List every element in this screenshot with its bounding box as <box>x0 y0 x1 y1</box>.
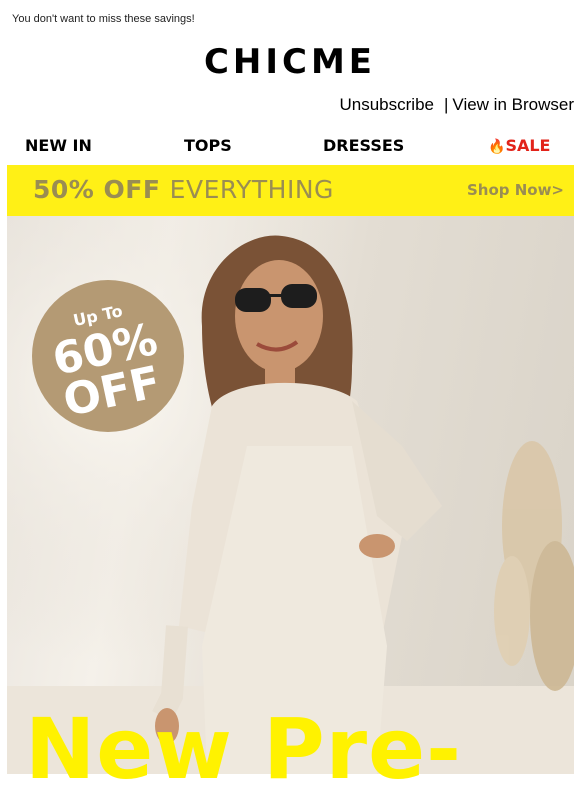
promo-headline-strong: 50% OFF <box>33 175 161 204</box>
nav-sale[interactable]: 🔥SALE <box>488 136 550 155</box>
nav-sale-label: SALE <box>505 136 551 155</box>
nav-new-in[interactable]: NEW IN <box>25 136 92 155</box>
promo-headline-rest: EVERYTHING <box>169 175 334 204</box>
hero-image[interactable]: Up To 60% OFF <box>7 216 574 774</box>
view-in-browser-link[interactable]: View in Browser <box>452 95 574 114</box>
discount-badge: Up To 60% OFF <box>32 280 184 432</box>
unsubscribe-link[interactable]: Unsubscribe <box>340 95 435 114</box>
link-separator: | <box>444 95 449 114</box>
brand-logo[interactable]: CHICME <box>0 42 580 82</box>
fire-icon: 🔥 <box>488 139 506 155</box>
nav-dresses[interactable]: DRESSES <box>323 136 404 155</box>
category-nav: NEW IN TOPS DRESSES 🔥SALE <box>0 136 580 158</box>
shop-now-link[interactable]: Shop Now> <box>467 181 564 199</box>
hero-photo: Up To 60% OFF <box>7 216 574 774</box>
promo-headline: 50% OFF EVERYTHING <box>33 175 334 204</box>
header-links: Unsubscribe | View in Browser <box>340 95 575 115</box>
promo-banner[interactable]: 50% OFF EVERYTHING Shop Now> <box>7 165 574 216</box>
preheader-text: You don't want to miss these savings! <box>12 13 195 25</box>
hero-headline: New Pre- <box>25 700 462 798</box>
nav-tops[interactable]: TOPS <box>184 136 232 155</box>
